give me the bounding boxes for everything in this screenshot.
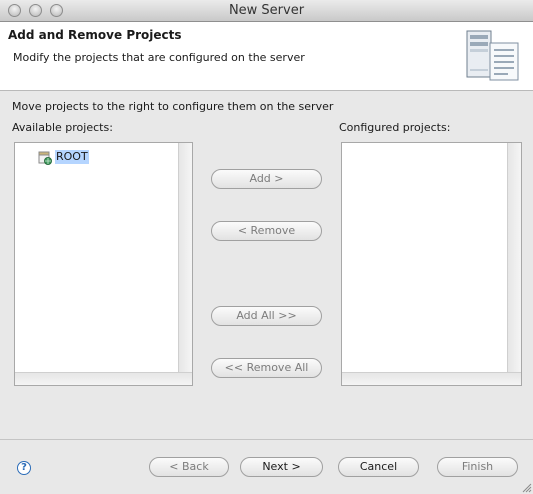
finish-button[interactable]: Finish xyxy=(437,457,518,477)
next-button[interactable]: Next > xyxy=(240,457,323,477)
configured-projects-list[interactable] xyxy=(341,142,522,386)
back-button[interactable]: < Back xyxy=(149,457,229,477)
vertical-scrollbar[interactable] xyxy=(178,143,192,373)
vertical-scrollbar[interactable] xyxy=(507,143,521,373)
cancel-button[interactable]: Cancel xyxy=(338,457,419,477)
wizard-header: Add and Remove Projects Modify the proje… xyxy=(0,22,533,91)
help-icon[interactable]: ? xyxy=(17,461,31,475)
remove-button[interactable]: < Remove xyxy=(211,221,322,241)
page-description: Modify the projects that are configured … xyxy=(13,51,305,64)
available-projects-label: Available projects: xyxy=(12,121,113,134)
add-all-button[interactable]: Add All >> xyxy=(211,306,322,326)
page-title: Add and Remove Projects xyxy=(8,28,182,42)
add-button[interactable]: Add > xyxy=(211,169,322,189)
window-titlebar: New Server xyxy=(0,0,533,22)
instruction-text: Move projects to the right to configure … xyxy=(12,100,334,113)
configured-projects-label: Configured projects: xyxy=(339,121,451,134)
resize-grip-icon[interactable] xyxy=(520,481,532,493)
web-project-icon xyxy=(38,151,52,165)
remove-all-button[interactable]: << Remove All xyxy=(211,358,322,378)
horizontal-scrollbar[interactable] xyxy=(342,372,521,385)
available-projects-list[interactable]: ROOT xyxy=(14,142,193,386)
window-title: New Server xyxy=(228,3,305,18)
horizontal-scrollbar[interactable] xyxy=(15,372,192,385)
footer-divider xyxy=(0,439,533,440)
project-label-root: ROOT xyxy=(55,150,89,164)
server-banner-icon xyxy=(466,30,519,81)
